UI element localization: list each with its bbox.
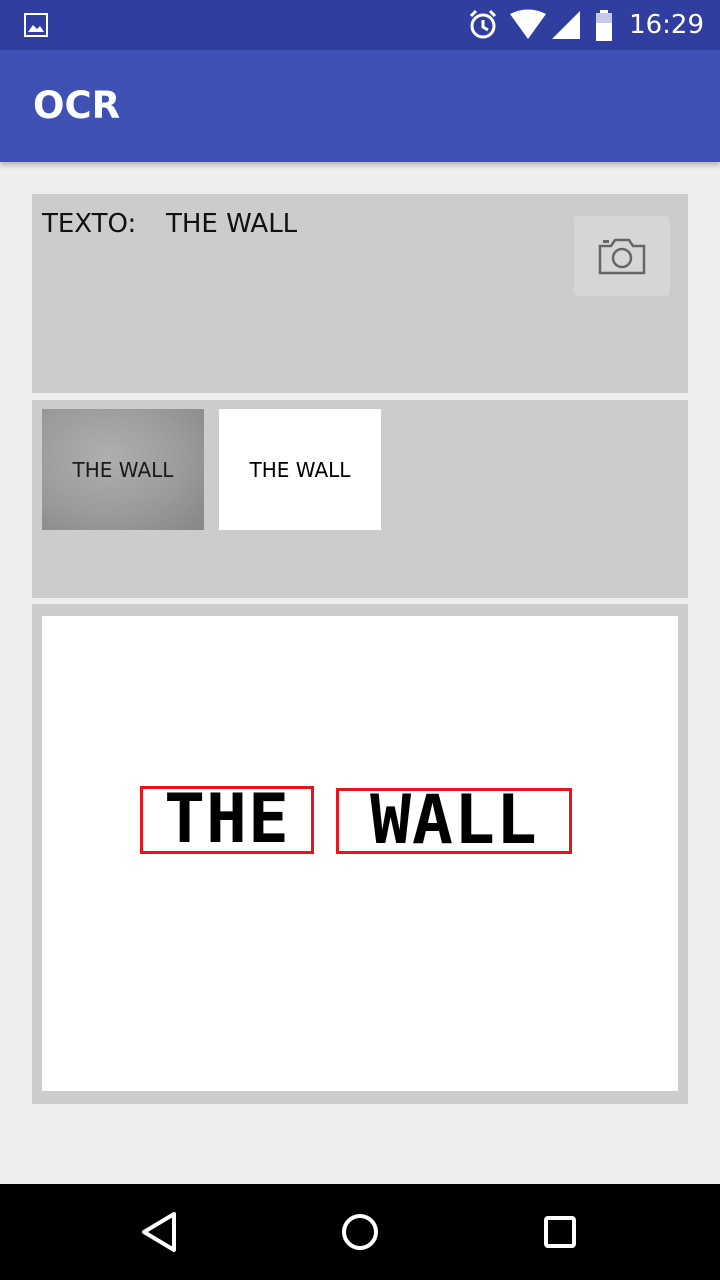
detection-image: THE WALL [42,616,678,1091]
app-bar: OCR [0,50,720,162]
wifi-icon [510,9,546,39]
original-image-text: THE WALL [72,457,174,482]
original-image-thumbnail[interactable]: THE WALL [42,409,204,530]
word-box-wall: WALL [336,781,572,860]
gallery-icon [24,13,48,37]
recents-icon[interactable] [534,1206,586,1258]
camera-icon [598,238,646,275]
word-the: THE [164,780,290,859]
status-icons [469,9,612,41]
processed-image-thumbnail[interactable]: THE WALL [219,409,381,530]
clock: 16:29 [629,10,704,40]
word-wall: WALL [370,781,538,860]
camera-button[interactable] [574,216,670,296]
thumbnails-panel: THE WALL THE WALL [32,400,688,598]
word-box-the: THE [140,786,314,854]
ocr-text-value: THE WALL [166,209,298,239]
status-bar: 16:29 [0,0,720,50]
ocr-text-panel: TEXTO: THE WALL [32,194,688,393]
navigation-bar [0,1184,720,1280]
signal-icon [552,11,580,39]
processed-image-text: THE WALL [249,457,351,482]
detection-panel: THE WALL [32,604,688,1104]
back-icon[interactable] [134,1206,186,1258]
ocr-text-label: TEXTO: [42,209,137,239]
battery-icon [596,10,612,41]
home-icon[interactable] [334,1206,386,1258]
alarm-icon [469,9,497,39]
app-title: OCR [33,84,121,127]
